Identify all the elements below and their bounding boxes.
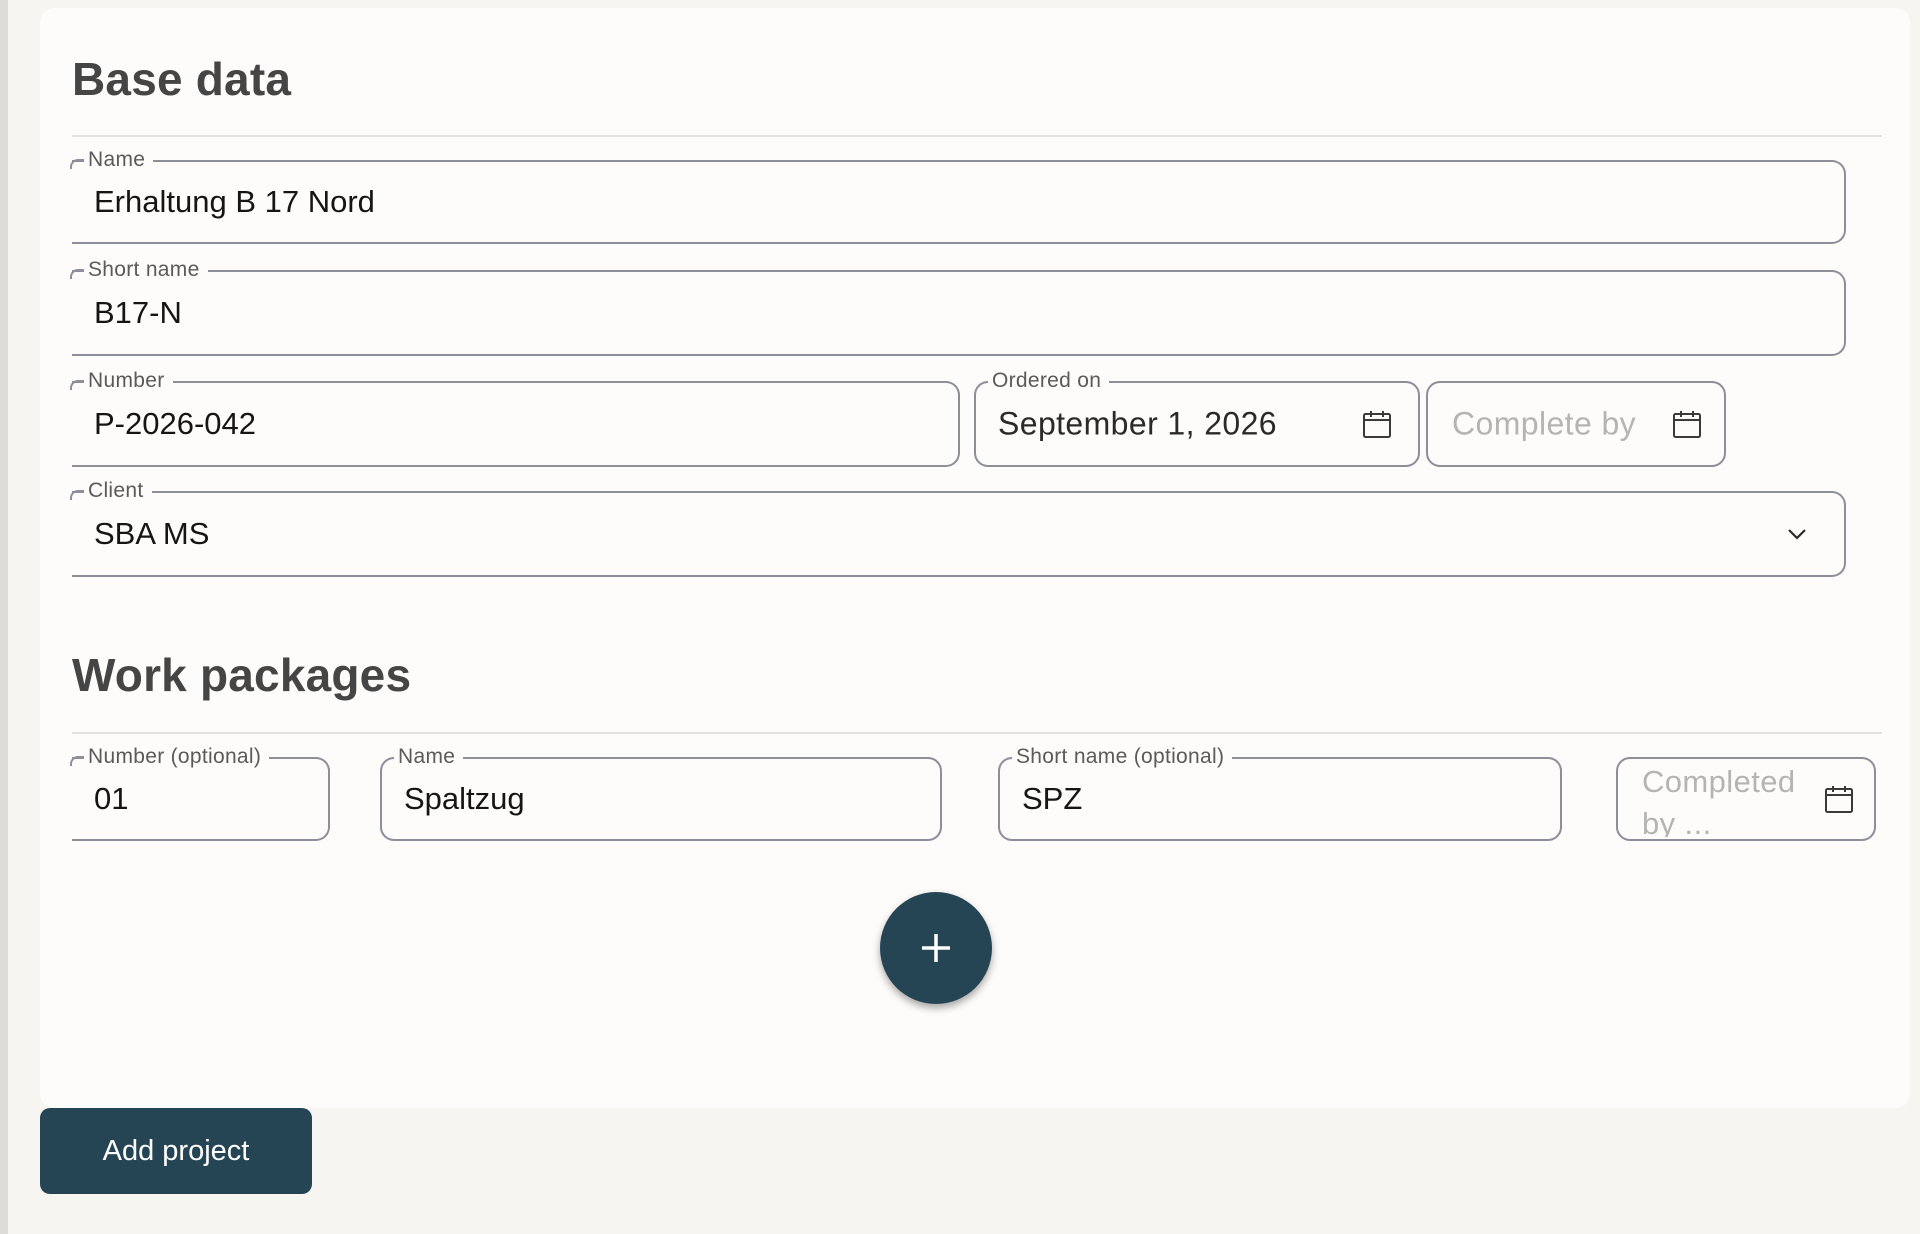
client-label: Client bbox=[70, 478, 152, 504]
project-name-field[interactable]: Name Erhaltung B 17 Nord bbox=[69, 147, 1846, 244]
add-work-package-button[interactable] bbox=[880, 892, 992, 1004]
work-packages-divider bbox=[72, 732, 1882, 734]
work-package-short-name-value: SPZ bbox=[1022, 781, 1083, 816]
project-number-field[interactable]: Number P-2026-042 bbox=[70, 368, 960, 467]
client-select[interactable]: Client SBA MS bbox=[70, 478, 1846, 577]
work-package-name-label: Name bbox=[394, 744, 464, 770]
work-package-short-name-label: Short name (optional) bbox=[1012, 744, 1233, 770]
project-short-name-value: B17-N bbox=[94, 295, 182, 330]
base-data-divider bbox=[72, 135, 1882, 137]
work-package-name-field[interactable]: Name Spaltzug bbox=[380, 744, 942, 841]
base-data-title: Base data bbox=[72, 53, 292, 105]
client-value: SBA MS bbox=[94, 516, 210, 551]
chevron-down-icon[interactable] bbox=[1786, 523, 1808, 545]
complete-by-field[interactable]: Complete by bbox=[1426, 381, 1726, 467]
complete-by-placeholder: Complete by bbox=[1452, 405, 1637, 442]
project-name-value: Erhaltung B 17 Nord bbox=[94, 184, 375, 219]
work-package-number-label: Number (optional) bbox=[69, 744, 270, 770]
work-package-number-field[interactable]: Number (optional) 01 bbox=[69, 744, 330, 841]
calendar-icon[interactable] bbox=[1824, 784, 1854, 814]
project-number-value: P-2026-042 bbox=[94, 406, 257, 441]
work-packages-title: Work packages bbox=[72, 649, 412, 701]
left-rail bbox=[0, 0, 8, 1234]
calendar-icon[interactable] bbox=[1362, 409, 1392, 439]
plus-icon bbox=[922, 934, 950, 962]
completed-by-placeholder: Completed by ... bbox=[1642, 764, 1796, 837]
add-project-button[interactable]: Add project bbox=[40, 1108, 312, 1194]
project-short-name-field[interactable]: Short name B17-N bbox=[70, 257, 1846, 356]
project-short-name-label: Short name bbox=[70, 257, 208, 283]
work-package-name-value: Spaltzug bbox=[404, 781, 525, 816]
ordered-on-label: Ordered on bbox=[988, 368, 1110, 394]
project-number-label: Number bbox=[70, 368, 173, 394]
ordered-on-value: September 1, 2026 bbox=[998, 405, 1277, 442]
calendar-icon[interactable] bbox=[1672, 409, 1702, 439]
work-package-completed-by-field[interactable]: Completed by ... bbox=[1616, 757, 1876, 841]
work-package-short-name-field[interactable]: Short name (optional) SPZ bbox=[998, 744, 1562, 841]
project-name-label: Name bbox=[69, 147, 154, 173]
ordered-on-field[interactable]: Ordered on September 1, 2026 bbox=[974, 368, 1420, 467]
work-package-number-value: 01 bbox=[94, 781, 129, 816]
